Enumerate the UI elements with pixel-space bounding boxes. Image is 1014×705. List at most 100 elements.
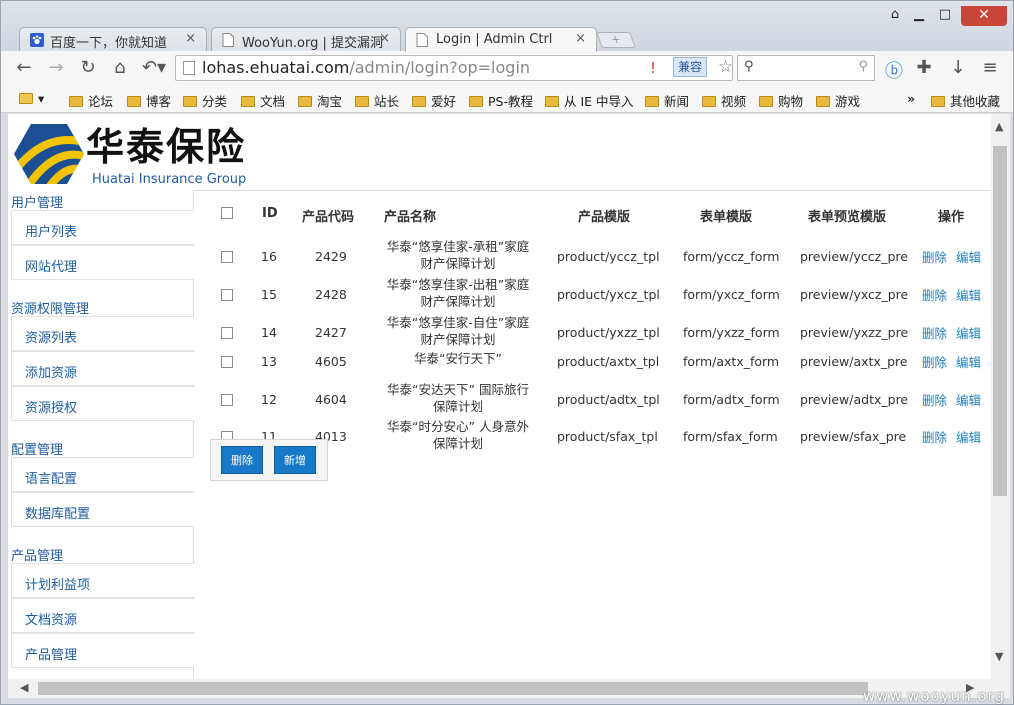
browser-window: 百度一下，你就知道 × WooYun.org | 提交漏洞 × Login | … (0, 0, 1014, 705)
sidebar-item-user-list[interactable]: 用户列表 (11, 210, 194, 245)
edit-link[interactable]: 编辑 (956, 323, 981, 342)
bookmark-item[interactable]: 文档 (241, 91, 285, 110)
sidebar-item-site-agent[interactable]: 网站代理 (11, 245, 194, 280)
search-icon[interactable]: ⚲ (858, 59, 868, 74)
close-tab-icon[interactable]: × (185, 31, 196, 46)
close-tab-icon[interactable]: × (575, 31, 586, 46)
new-tab-button[interactable]: + (596, 32, 636, 48)
bookmark-item[interactable]: 购物 (759, 91, 803, 110)
minimize-button[interactable]: ▁ (907, 7, 931, 25)
delete-link[interactable]: 删除 (922, 247, 947, 266)
edit-link[interactable]: 编辑 (956, 285, 981, 304)
row-checkbox[interactable] (221, 289, 233, 301)
home-icon[interactable]: ⌂ (109, 57, 131, 78)
delete-link[interactable]: 删除 (922, 352, 947, 371)
scroll-up-icon[interactable]: ▲ (995, 120, 1003, 133)
bookmark-item[interactable]: 新闻 (645, 91, 689, 110)
bookmark-item[interactable]: PS-教程 (469, 91, 533, 110)
bookmark-item[interactable]: 论坛 (69, 91, 113, 110)
profile-icon[interactable]: ⌂ (885, 7, 905, 25)
horizontal-scrollbar[interactable]: ◀ ▶ (8, 679, 1010, 698)
edit-link[interactable]: 编辑 (956, 427, 981, 446)
sidebar-item-language-config[interactable]: 语言配置 (11, 457, 194, 492)
maximize-button[interactable]: □ (933, 7, 957, 25)
sidebar-section-title[interactable]: 配置管理 (11, 439, 63, 458)
sidebar-item-document-resources[interactable]: 文档资源 (11, 598, 194, 633)
row-checkbox[interactable] (221, 394, 233, 406)
close-window-button[interactable]: ✕ (961, 6, 1007, 26)
folder-icon (127, 96, 141, 107)
bookmark-item[interactable]: 站长 (355, 91, 399, 110)
delete-button[interactable]: 删除 (221, 446, 263, 474)
scroll-left-icon[interactable]: ◀ (20, 681, 28, 694)
puzzle-icon[interactable]: ✚ (913, 57, 935, 78)
cell-name: 华泰“安达天下” 国际旅行 (387, 382, 529, 397)
delete-link[interactable]: 删除 (922, 427, 947, 446)
bookmark-item[interactable]: 从 IE 中导入 (545, 91, 634, 110)
star-icon[interactable]: ☆ (718, 55, 733, 79)
sidebar-item-product-management[interactable]: 产品管理 (11, 633, 194, 668)
edit-link[interactable]: 编辑 (956, 390, 981, 409)
menu-icon[interactable]: ≡ (979, 57, 1001, 78)
row-checkbox[interactable] (221, 327, 233, 339)
vertical-scrollbar[interactable]: ▲ ▼ (991, 114, 1010, 679)
bookmark-item[interactable]: 爱好 (412, 91, 456, 110)
bookmark-item[interactable]: 游戏 (816, 91, 860, 110)
search-input[interactable]: ⚲ ⚲ (737, 55, 875, 81)
delete-link[interactable]: 删除 (922, 285, 947, 304)
delete-link[interactable]: 删除 (922, 323, 947, 342)
sidebar-section-title[interactable]: 产品管理 (11, 545, 63, 564)
row-checkbox[interactable] (221, 356, 233, 368)
cell-name: 财产保障计划 (420, 294, 496, 309)
select-all-checkbox[interactable] (221, 207, 233, 219)
sidebar-item-resource-auth[interactable]: 资源授权 (11, 386, 194, 421)
cell-preview-template: preview/yxzz_pre (800, 325, 909, 340)
sidebar-item-database-config[interactable]: 数据库配置 (11, 492, 194, 527)
bookmark-item[interactable]: 淘宝 (298, 91, 342, 110)
cell-id: 14 (261, 325, 277, 340)
add-button[interactable]: 新增 (274, 446, 316, 474)
row-checkbox[interactable] (221, 251, 233, 263)
tab-login[interactable]: Login | Admin Ctrl × (405, 27, 597, 52)
cell-product-template: product/sfax_tpl (557, 429, 658, 444)
other-bookmarks[interactable]: 其他收藏 (931, 91, 1000, 110)
cell-name: 华泰“悠享佳家-出租”家庭 (386, 277, 530, 292)
forward-icon[interactable]: → (45, 57, 67, 78)
bookmark-apps-icon[interactable]: ▾ (19, 91, 44, 106)
horizontal-scroll-thumb[interactable] (38, 682, 868, 695)
folder-icon (298, 96, 312, 107)
cell-preview-template: preview/axtx_pre (800, 354, 908, 369)
edit-link[interactable]: 编辑 (956, 247, 981, 266)
reload-icon[interactable]: ↻ (77, 57, 99, 78)
compat-mode-badge[interactable]: 兼容 (673, 57, 707, 77)
security-warning-icon[interactable]: ! (650, 56, 656, 80)
cell-preview-template: preview/sfax_pre (800, 429, 907, 444)
tab-strip: 百度一下，你就知道 × WooYun.org | 提交漏洞 × Login | … (1, 1, 1013, 52)
scroll-down-icon[interactable]: ▼ (995, 650, 1003, 663)
close-tab-icon[interactable]: × (379, 31, 390, 46)
vertical-scroll-thumb[interactable] (993, 146, 1007, 496)
tab-baidu[interactable]: 百度一下，你就知道 × (19, 27, 207, 51)
bookmarks-overflow-button[interactable]: » (907, 91, 915, 106)
extension-icon[interactable]: ⓑ (883, 57, 905, 83)
tab-wooyun[interactable]: WooYun.org | 提交漏洞 × (211, 27, 401, 51)
cell-code: 2427 (315, 325, 347, 340)
bookmark-item[interactable]: 博客 (127, 91, 171, 110)
cell-id: 15 (261, 287, 277, 302)
sidebar-section-title[interactable]: 用户管理 (11, 192, 63, 211)
sidebar-item-resource-list[interactable]: 资源列表 (11, 316, 194, 351)
column-header: 产品模版 (578, 210, 631, 225)
edit-link[interactable]: 编辑 (956, 352, 981, 371)
bookmark-item[interactable]: 分类 (183, 91, 227, 110)
sidebar-item-add-resource[interactable]: 添加资源 (11, 351, 194, 386)
sidebar-item-plan-benefits[interactable]: 计划利益项 (11, 563, 194, 598)
sidebar-section-title[interactable]: 资源权限管理 (11, 298, 89, 317)
download-icon[interactable]: ↓ (947, 57, 969, 78)
address-bar[interactable]: lohas.ehuatai.com/admin/login?op=login !… (175, 55, 733, 81)
delete-link[interactable]: 删除 (922, 390, 947, 409)
cell-id: 16 (261, 249, 277, 264)
folder-icon (241, 96, 255, 107)
bookmark-item[interactable]: 视频 (702, 91, 746, 110)
back-icon[interactable]: ← (13, 57, 35, 78)
undo-icon[interactable]: ↶▾ (137, 57, 171, 78)
